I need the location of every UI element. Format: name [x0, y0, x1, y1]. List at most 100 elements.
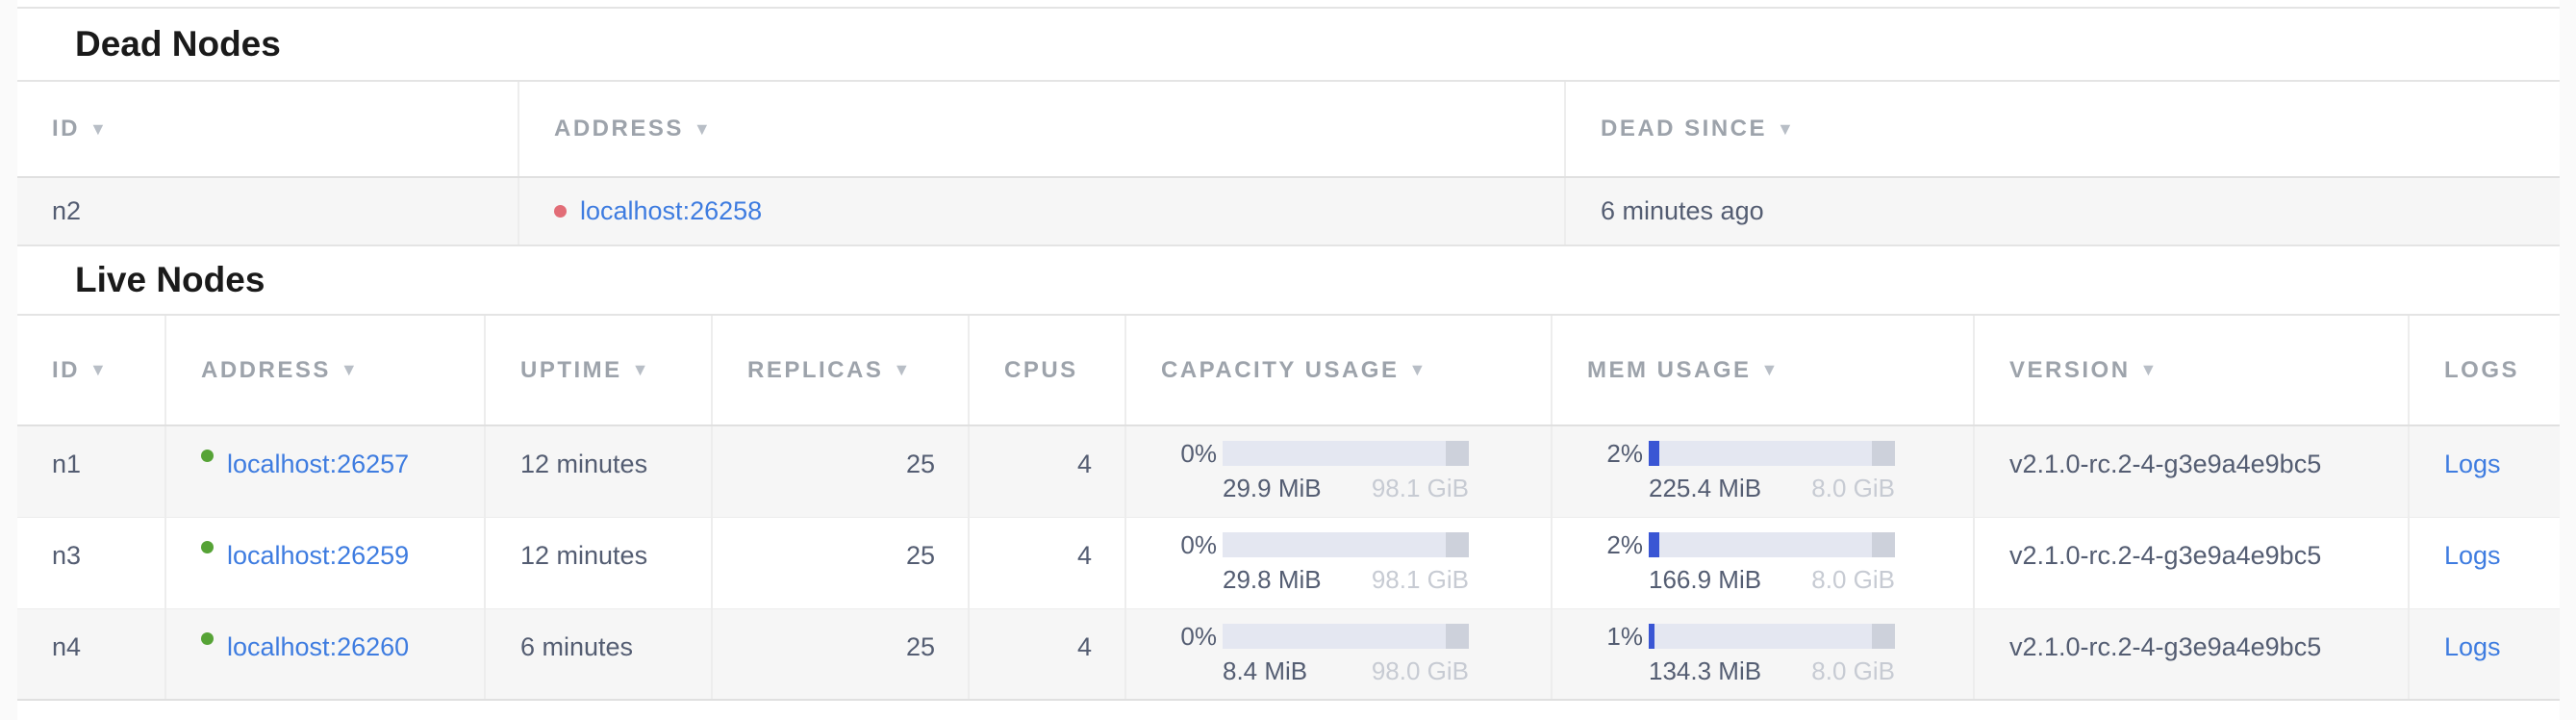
memory-used-value: 166.9 MiB [1649, 565, 1761, 595]
capacity-used-value: 29.8 MiB [1223, 565, 1322, 595]
sort-arrow-icon: ▼ [1777, 119, 1794, 140]
dead-header-dead-since[interactable]: DEAD SINCE ▼ [1566, 82, 2560, 176]
capacity-bar-reserved-segment [1446, 532, 1469, 557]
node-mem-usage-cell: 2% 225.4 MiB 8.0 GiB [1553, 426, 1975, 517]
nodes-overview-panel: Dead Nodes ID ▼ ADDRESS ▼ DEAD SINCE ▼ n… [17, 0, 2560, 720]
sort-arrow-icon: ▼ [89, 119, 107, 140]
live-node-dot-icon [201, 450, 214, 462]
sort-arrow-icon: ▼ [1761, 360, 1779, 380]
capacity-percent: 0% [1161, 439, 1217, 469]
capacity-percent: 0% [1161, 530, 1217, 560]
memory-total-value: 8.0 GiB [1811, 474, 1895, 503]
dead-nodes-header-row: ID ▼ ADDRESS ▼ DEAD SINCE ▼ [17, 82, 2560, 178]
dead-nodes-title: Dead Nodes [17, 9, 2560, 82]
node-mem-usage-cell: 2% 166.9 MiB 8.0 GiB [1553, 518, 1975, 608]
sort-arrow-icon: ▼ [893, 360, 910, 380]
live-header-logs: LOGS [2410, 316, 2560, 424]
memory-bar-reserved-segment [1872, 441, 1895, 466]
node-logs-cell: Logs [2410, 518, 2560, 608]
node-address-cell: localhost:26260 [166, 609, 486, 699]
memory-bar-fill [1649, 624, 1654, 649]
node-replicas-cell: 25 [713, 518, 970, 608]
dead-node-dead-since-cell: 6 minutes ago [1566, 178, 2560, 244]
dead-header-address[interactable]: ADDRESS ▼ [519, 82, 1566, 176]
live-node-row: n1 localhost:26257 12 minutes 25 4 0% [17, 426, 2560, 518]
capacity-bar [1223, 532, 1469, 557]
live-node-row: n3 localhost:26259 12 minutes 25 4 0% [17, 518, 2560, 609]
memory-percent: 1% [1587, 622, 1643, 652]
top-divider [17, 0, 2560, 9]
node-id-cell: n4 [17, 609, 166, 699]
node-id-cell: n3 [17, 518, 166, 608]
memory-bar-fill [1649, 532, 1659, 557]
capacity-bar [1223, 624, 1469, 649]
node-address-cell: localhost:26259 [166, 518, 486, 608]
capacity-total-value: 98.1 GiB [1372, 474, 1469, 503]
node-capacity-usage-cell: 0% 29.9 MiB 98.1 GiB [1126, 426, 1553, 517]
node-uptime-cell: 12 minutes [486, 518, 713, 608]
memory-total-value: 8.0 GiB [1811, 565, 1895, 595]
live-header-mem-usage[interactable]: MEM USAGE ▼ [1553, 316, 1975, 424]
dead-node-row: n2 localhost:26258 6 minutes ago [17, 178, 2560, 246]
memory-percent: 2% [1587, 439, 1643, 469]
memory-total-value: 8.0 GiB [1811, 656, 1895, 686]
node-address-link[interactable]: localhost:26259 [227, 541, 409, 571]
dead-node-id-cell: n2 [17, 178, 519, 244]
capacity-total-value: 98.0 GiB [1372, 656, 1469, 686]
live-header-id[interactable]: ID ▼ [17, 316, 166, 424]
node-logs-link[interactable]: Logs [2444, 450, 2501, 479]
live-nodes-header-row: ID ▼ ADDRESS ▼ UPTIME ▼ REPLICAS ▼ CPUS … [17, 316, 2560, 426]
node-version-cell: v2.1.0-rc.2-4-g3e9a4e9bc5 [1975, 518, 2410, 608]
memory-bar [1649, 441, 1895, 466]
node-address-link[interactable]: localhost:26257 [227, 450, 409, 479]
node-replicas-cell: 25 [713, 609, 970, 699]
node-logs-cell: Logs [2410, 426, 2560, 517]
dead-header-id[interactable]: ID ▼ [17, 82, 519, 176]
sort-arrow-icon: ▼ [2140, 360, 2158, 380]
node-id-cell: n1 [17, 426, 166, 517]
node-cpus-cell: 4 [970, 426, 1126, 517]
node-version-cell: v2.1.0-rc.2-4-g3e9a4e9bc5 [1975, 609, 2410, 699]
memory-bar-reserved-segment [1872, 624, 1895, 649]
live-header-uptime[interactable]: UPTIME ▼ [486, 316, 713, 424]
dead-node-dot-icon [554, 205, 567, 218]
capacity-used-value: 8.4 MiB [1223, 656, 1307, 686]
sort-arrow-icon: ▼ [1408, 360, 1426, 380]
live-header-address[interactable]: ADDRESS ▼ [166, 316, 486, 424]
sort-arrow-icon: ▼ [632, 360, 649, 380]
live-header-capacity-usage[interactable]: CAPACITY USAGE ▼ [1126, 316, 1553, 424]
memory-bar [1649, 624, 1895, 649]
sort-arrow-icon: ▼ [341, 360, 358, 380]
node-logs-link[interactable]: Logs [2444, 632, 2501, 662]
node-uptime-cell: 12 minutes [486, 426, 713, 517]
capacity-bar [1223, 441, 1469, 466]
node-address-link[interactable]: localhost:26260 [227, 632, 409, 662]
capacity-bar-reserved-segment [1446, 624, 1469, 649]
memory-bar [1649, 532, 1895, 557]
live-header-replicas[interactable]: REPLICAS ▼ [713, 316, 970, 424]
sort-arrow-icon: ▼ [89, 360, 107, 380]
memory-bar-reserved-segment [1872, 532, 1895, 557]
node-address-cell: localhost:26257 [166, 426, 486, 517]
node-cpus-cell: 4 [970, 609, 1126, 699]
live-header-version[interactable]: VERSION ▼ [1975, 316, 2410, 424]
capacity-bar-reserved-segment [1446, 441, 1469, 466]
dead-node-address-cell: localhost:26258 [519, 178, 1566, 244]
capacity-percent: 0% [1161, 622, 1217, 652]
live-node-row: n4 localhost:26260 6 minutes 25 4 0% [17, 609, 2560, 701]
live-header-cpus: CPUS [970, 316, 1126, 424]
live-nodes-table: ID ▼ ADDRESS ▼ UPTIME ▼ REPLICAS ▼ CPUS … [17, 316, 2560, 701]
dead-node-address-link[interactable]: localhost:26258 [580, 196, 762, 226]
node-capacity-usage-cell: 0% 29.8 MiB 98.1 GiB [1126, 518, 1553, 608]
live-nodes-title: Live Nodes [17, 246, 2560, 316]
node-replicas-cell: 25 [713, 426, 970, 517]
live-node-dot-icon [201, 541, 214, 553]
node-logs-cell: Logs [2410, 609, 2560, 699]
capacity-used-value: 29.9 MiB [1223, 474, 1322, 503]
node-cpus-cell: 4 [970, 518, 1126, 608]
node-uptime-cell: 6 minutes [486, 609, 713, 699]
live-node-dot-icon [201, 632, 214, 645]
node-logs-link[interactable]: Logs [2444, 541, 2501, 571]
node-mem-usage-cell: 1% 134.3 MiB 8.0 GiB [1553, 609, 1975, 699]
capacity-total-value: 98.1 GiB [1372, 565, 1469, 595]
